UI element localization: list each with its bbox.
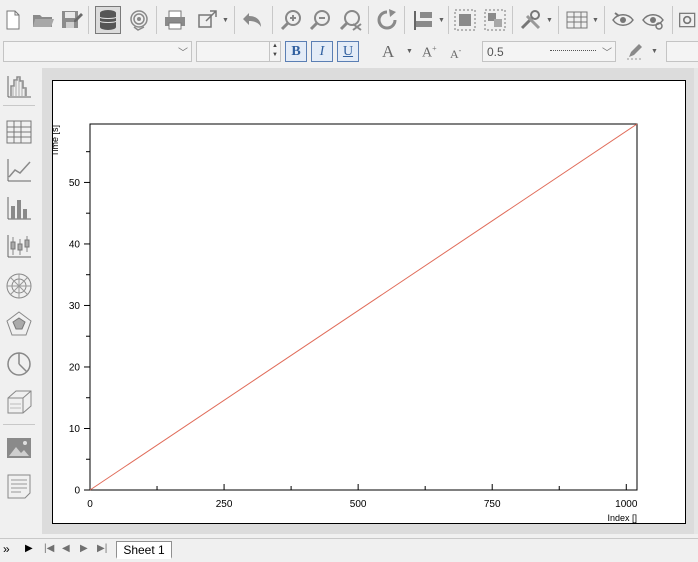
- graph-page[interactable]: 0 250 500 750 1000 0 10 20 30 40 50 Index [] Time [s…: [52, 80, 686, 524]
- bar-chart-icon[interactable]: [3, 192, 35, 224]
- decrease-font-icon[interactable]: A-: [450, 46, 461, 62]
- y-tick-label: 10: [69, 424, 81, 435]
- toolbar-separator: [272, 6, 273, 34]
- first-sheet-icon[interactable]: |◀: [44, 543, 54, 554]
- y-tick-label: 30: [69, 301, 81, 312]
- toolbar-separator: [368, 6, 369, 34]
- x-tick-label: 250: [216, 499, 233, 510]
- tools-icon[interactable]: [518, 6, 544, 34]
- bold-button[interactable]: B: [285, 41, 307, 62]
- pen-icon[interactable]: [622, 37, 648, 65]
- last-sheet-icon[interactable]: ▶|: [97, 543, 107, 554]
- pen-dropdown-arrow-icon[interactable]: ▼: [651, 48, 658, 55]
- undo-icon[interactable]: [240, 6, 266, 34]
- play-arrow-icon[interactable]: ▶: [25, 543, 33, 554]
- toolbar-separator: [672, 6, 673, 34]
- open-folder-icon[interactable]: [30, 6, 56, 34]
- redo-icon[interactable]: [374, 6, 400, 34]
- toolbar-separator: [404, 6, 405, 34]
- tools-dropdown-arrow-icon[interactable]: ▼: [546, 17, 553, 24]
- chart-type-panel: [0, 68, 40, 508]
- x-tick-label: 750: [484, 499, 501, 510]
- save-icon[interactable]: [58, 6, 84, 34]
- chart-svg[interactable]: 0 250 500 750 1000 0 10 20 30 40 50 Index [] Time [s…: [53, 81, 687, 525]
- font-family-select[interactable]: ﹀: [3, 41, 192, 62]
- x-tick-label: 0: [87, 499, 93, 510]
- database-icon[interactable]: [95, 6, 121, 34]
- application-window: ▼ ▼ ▼ ▼ ﹀ ▲ ▼ B I U A ▼ A+ A- 0.5 ﹀ ▼ 0 …: [0, 0, 698, 562]
- polar-chart-icon[interactable]: [3, 270, 35, 302]
- fingerprint-icon[interactable]: [126, 6, 152, 34]
- line-chart-icon[interactable]: [3, 154, 35, 186]
- group-icon[interactable]: [452, 6, 478, 34]
- next-sheet-icon[interactable]: ▶: [80, 543, 88, 554]
- 3d-chart-icon[interactable]: [3, 386, 35, 418]
- spreadsheet-icon[interactable]: [3, 116, 35, 148]
- print-icon[interactable]: [162, 6, 188, 34]
- toolbar-separator: [448, 6, 449, 34]
- histogram-icon[interactable]: [3, 70, 35, 102]
- y-axis-label: Time [s]: [53, 125, 60, 157]
- panel-separator: [3, 424, 35, 425]
- y-tick-label: 40: [69, 239, 81, 250]
- toolbar-separator: [604, 6, 605, 34]
- underline-button[interactable]: U: [337, 41, 359, 62]
- toolbar-separator: [156, 6, 157, 34]
- font-color-icon[interactable]: A: [382, 42, 394, 62]
- font-color-dropdown-arrow-icon[interactable]: ▼: [406, 48, 413, 55]
- radar-chart-icon[interactable]: [3, 308, 35, 340]
- image-icon[interactable]: [3, 432, 35, 464]
- line-width-select[interactable]: 0.5 ﹀: [482, 41, 616, 62]
- new-document-icon[interactable]: [0, 6, 26, 34]
- spinner-arrows-icon[interactable]: ▲ ▼: [269, 42, 280, 61]
- eye-settings-icon[interactable]: [640, 6, 666, 34]
- x-tick-label: 1000: [615, 499, 638, 510]
- worksheet-area[interactable]: 0 250 500 750 1000 0 10 20 30 40 50 Index [] Time [s…: [42, 68, 698, 534]
- sheet-tab-bar: » ▶ |◀ ◀ ▶ ▶| Sheet 1: [0, 538, 698, 562]
- main-toolbar: ▼ ▼ ▼ ▼: [0, 0, 698, 40]
- toolbar-separator: [88, 6, 89, 34]
- zoom-in-icon[interactable]: [279, 6, 305, 34]
- table-view-dropdown-arrow-icon[interactable]: ▼: [592, 17, 599, 24]
- toolbar-separator: [558, 6, 559, 34]
- previous-sheet-icon[interactable]: ◀: [62, 543, 70, 554]
- export-icon[interactable]: [194, 6, 220, 34]
- align-dropdown-arrow-icon[interactable]: ▼: [438, 17, 445, 24]
- box-plot-icon[interactable]: [3, 230, 35, 262]
- line-style-preview: [550, 50, 596, 51]
- export-dropdown-arrow-icon[interactable]: ▼: [222, 17, 229, 24]
- tab-sheet-1[interactable]: Sheet 1: [116, 541, 172, 559]
- ungroup-icon[interactable]: [482, 6, 508, 34]
- font-size-stepper[interactable]: ▲ ▼: [196, 41, 281, 62]
- y-tick-label: 20: [69, 362, 81, 373]
- vertical-scrollbar[interactable]: [694, 68, 698, 534]
- pie-chart-icon[interactable]: [3, 348, 35, 380]
- increase-font-icon[interactable]: A+: [422, 44, 437, 62]
- zoom-fit-icon[interactable]: [338, 6, 364, 34]
- more-panels-icon[interactable]: »: [3, 542, 10, 556]
- settings-icon[interactable]: [678, 6, 698, 34]
- y-tick-label: 50: [69, 178, 81, 189]
- toolbar-separator: [512, 6, 513, 34]
- format-toolbar: ﹀ ▲ ▼ B I U A ▼ A+ A- 0.5 ﹀ ▼: [0, 40, 698, 64]
- align-icon[interactable]: [410, 6, 436, 34]
- zoom-out-icon[interactable]: [308, 6, 334, 34]
- line-width-value: 0.5: [487, 45, 504, 59]
- panel-separator: [3, 105, 35, 106]
- eye-icon[interactable]: [610, 6, 636, 34]
- text-document-icon[interactable]: [3, 470, 35, 502]
- italic-button[interactable]: I: [311, 41, 333, 62]
- chevron-down-icon: ﹀: [602, 48, 612, 59]
- x-axis-label: Index []: [607, 513, 637, 523]
- table-view-icon[interactable]: [564, 6, 590, 34]
- y-tick-label: 0: [74, 486, 80, 497]
- x-tick-label: 500: [350, 499, 367, 510]
- chevron-down-icon: ﹀: [178, 48, 188, 59]
- toolbar-separator: [234, 6, 235, 34]
- color-select[interactable]: [666, 41, 698, 62]
